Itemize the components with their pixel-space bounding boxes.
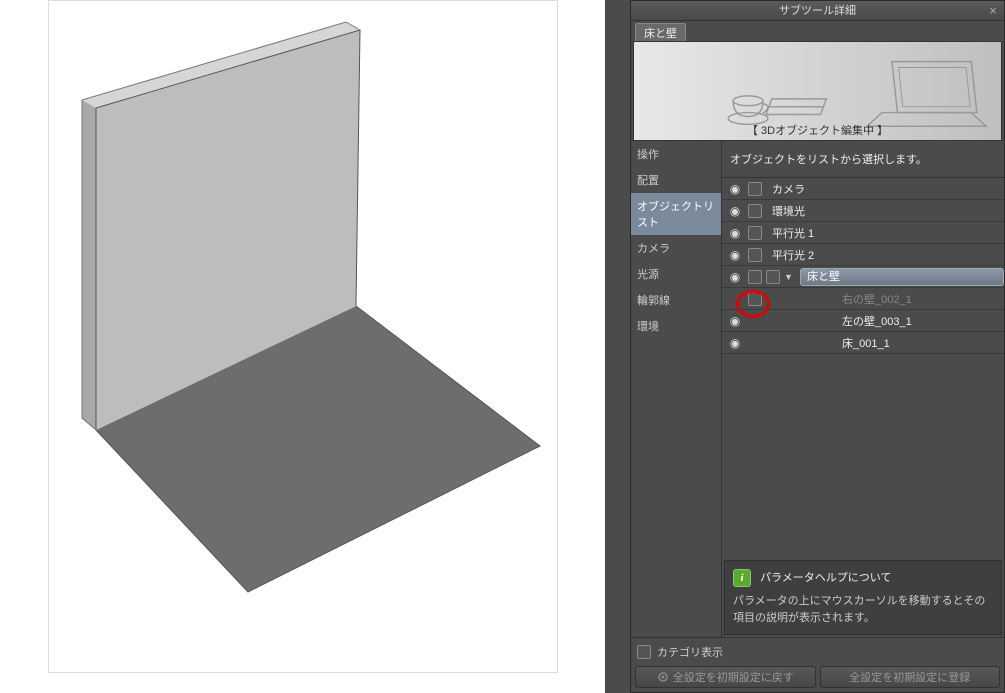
list-row-leftwall[interactable]: ◉ 左の壁_003_1 xyxy=(722,310,1004,332)
visibility-icon[interactable]: ◉ xyxy=(726,314,744,328)
visibility-icon[interactable]: ◉ xyxy=(726,204,744,218)
category-sidebar: 操作 配置 オブジェクトリスト カメラ 光源 輪郭線 環境 xyxy=(631,141,721,637)
help-body: パラメータの上にマウスカーソルを移動するとその項目の説明が表示されます。 xyxy=(733,593,993,626)
lock-checkbox[interactable] xyxy=(748,248,762,262)
panel-titlebar[interactable]: サブツール詳細 × xyxy=(631,1,1004,21)
gear-icon xyxy=(657,671,669,683)
visibility-icon[interactable]: ◉ xyxy=(726,248,744,262)
visibility-icon[interactable]: ◉ xyxy=(726,182,744,196)
save-defaults-button[interactable]: 全設定を初期設定に登録 xyxy=(820,666,1001,688)
subtool-tag[interactable]: 床と壁 xyxy=(635,23,686,43)
row-label: 平行光 2 xyxy=(766,247,1004,263)
category-show-label: カテゴリ表示 xyxy=(657,644,723,660)
info-icon: i xyxy=(733,569,751,587)
sidebar-item-outline[interactable]: 輪郭線 xyxy=(631,287,721,313)
expand-icon[interactable]: ▼ xyxy=(784,272,796,282)
viewport-3d[interactable] xyxy=(58,16,548,656)
list-row-camera[interactable]: ◉ カメラ xyxy=(722,178,1004,200)
close-icon[interactable]: × xyxy=(986,4,1000,18)
panel-bottom-bar: カテゴリ表示 全設定を初期設定に戻す 全設定を初期設定に登録 xyxy=(631,637,1004,692)
sidebar-item-camera[interactable]: カメラ xyxy=(631,235,721,261)
row-label: 右の壁_002_1 xyxy=(766,291,1004,307)
list-row-floorwall-group[interactable]: ◉ ▼ 床と壁 xyxy=(722,266,1004,288)
canvas-area xyxy=(0,0,605,693)
visibility-icon[interactable]: ◉ xyxy=(726,292,744,306)
category-show-checkbox[interactable] xyxy=(637,645,651,659)
row-label: 平行光 1 xyxy=(766,225,1004,241)
reset-button-label: 全設定を初期設定に戻す xyxy=(673,669,794,685)
object-list: ◉ カメラ ◉ 環境光 ◉ 平行光 1 xyxy=(722,178,1004,558)
sidebar-item-objectlist[interactable]: オブジェクトリスト xyxy=(631,193,721,235)
row-label: 環境光 xyxy=(766,203,1004,219)
list-row-parallel1[interactable]: ◉ 平行光 1 xyxy=(722,222,1004,244)
row-label: 床_001_1 xyxy=(766,335,1004,351)
sidebar-item-light[interactable]: 光源 xyxy=(631,261,721,287)
list-row-rightwall[interactable]: ◉ 右の壁_002_1 xyxy=(722,288,1004,310)
reset-defaults-button[interactable]: 全設定を初期設定に戻す xyxy=(635,666,816,688)
lock-checkbox[interactable] xyxy=(748,270,762,284)
sidebar-item-layout[interactable]: 配置 xyxy=(631,167,721,193)
visibility-icon[interactable]: ◉ xyxy=(726,336,744,350)
help-title: パラメータヘルプについて xyxy=(760,572,891,584)
lock-checkbox[interactable] xyxy=(748,226,762,240)
parameter-help-box: i パラメータヘルプについて パラメータの上にマウスカーソルを移動するとその項目… xyxy=(724,560,1002,635)
list-row-parallel2[interactable]: ◉ 平行光 2 xyxy=(722,244,1004,266)
list-row-floor[interactable]: ◉ 床_001_1 xyxy=(722,332,1004,354)
sidebar-item-environment[interactable]: 環境 xyxy=(631,313,721,339)
lock-checkbox[interactable] xyxy=(748,182,762,196)
editing-status-label: 【 3Dオブジェクト編集中 】 xyxy=(747,122,888,138)
save-button-label: 全設定を初期設定に登録 xyxy=(849,669,970,685)
row-label: 床と壁 xyxy=(800,268,1004,286)
row-label: 左の壁_003_1 xyxy=(766,313,1004,329)
hint-text: オブジェクトをリストから選択します。 xyxy=(722,141,1004,178)
lock-checkbox[interactable] xyxy=(748,292,762,306)
sidebar-item-operation[interactable]: 操作 xyxy=(631,141,721,167)
visibility-icon[interactable]: ◉ xyxy=(726,226,744,240)
extra-checkbox[interactable] xyxy=(766,270,780,284)
panel-gap xyxy=(605,0,630,693)
list-row-ambient[interactable]: ◉ 環境光 xyxy=(722,200,1004,222)
panel-title-text: サブツール詳細 xyxy=(779,5,856,17)
visibility-icon[interactable]: ◉ xyxy=(726,270,744,284)
preview-thumbnail: 【 3Dオブジェクト編集中 】 xyxy=(633,41,1002,141)
row-label: カメラ xyxy=(766,181,1004,197)
lock-checkbox[interactable] xyxy=(748,204,762,218)
tag-row: 床と壁 xyxy=(631,21,1004,41)
subtool-detail-panel: サブツール詳細 × 床と壁 【 3Dオブジェクト編集中 】 操作 配置 オブジェ… xyxy=(630,0,1005,693)
